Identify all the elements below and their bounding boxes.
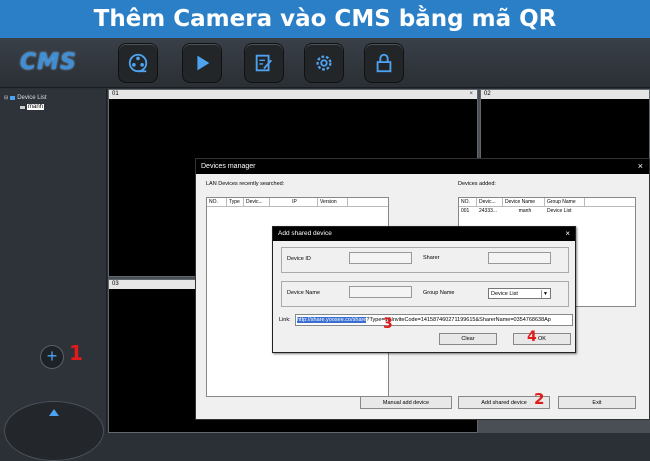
link-selected-text: http://share.yoosee.co/share: [297, 317, 367, 323]
gear-icon: [316, 55, 332, 71]
device-name-group: Device Name Group Name Device List ▼: [281, 281, 569, 307]
close-icon[interactable]: ×: [565, 227, 570, 241]
toolbar: CMS: [0, 38, 650, 88]
lock-icon: [376, 53, 392, 73]
lock-button[interactable]: [364, 43, 404, 83]
device-id-field[interactable]: [349, 252, 412, 264]
lan-devices-label: LAN Devices recently searched:: [206, 181, 285, 187]
column-header: Version: [318, 198, 348, 206]
step-marker-2: 2: [534, 390, 545, 408]
column-header: Type: [227, 198, 244, 206]
folder-icon: [10, 96, 16, 100]
edit-note-icon: [255, 54, 273, 72]
step-marker-1: 1: [69, 341, 83, 365]
camera-icon: [20, 105, 25, 109]
chevron-down-icon[interactable]: ▼: [541, 290, 549, 298]
cell-label: 02: [484, 91, 491, 97]
ok-button[interactable]: OK: [513, 333, 571, 345]
close-icon[interactable]: ×: [638, 159, 643, 174]
column-header: NO.: [459, 198, 477, 206]
table-header: NO. Devic... Device Name Group Name: [459, 198, 635, 207]
tree-item-manh[interactable]: manh: [20, 104, 45, 110]
close-icon[interactable]: ×: [469, 90, 473, 99]
cell-name: manh: [518, 208, 532, 214]
device-tree-panel: ⊟ Device List manh +: [0, 89, 107, 461]
dialog-titlebar: Devices manager ×: [196, 159, 649, 174]
cell-no: 001: [461, 208, 470, 214]
cell-label: 03: [112, 281, 119, 287]
column-header: Devic...: [244, 198, 270, 206]
group-name-value: Device List: [491, 291, 518, 297]
device-id-group: Device ID Sharer: [281, 247, 569, 273]
play-icon: [197, 55, 210, 71]
group-name-label: Group Name: [423, 290, 455, 296]
column-header: Devic...: [477, 198, 503, 206]
column-header: NO.: [207, 198, 227, 206]
settings-button[interactable]: [304, 43, 344, 83]
sharer-label: Sharer: [423, 255, 440, 261]
monitor-button[interactable]: [118, 43, 158, 83]
device-id-label: Device ID: [287, 256, 311, 262]
column-header: Group Name: [545, 198, 585, 206]
link-input[interactable]: http://share.yoosee.co/share?Type=1&Invi…: [295, 314, 573, 326]
dialog-titlebar: Add shared device ×: [273, 227, 575, 241]
link-rest-text: ?Type=1&InviteCode=141587460271199615&Sh…: [366, 317, 551, 323]
sharer-field[interactable]: [488, 252, 551, 264]
tree-root-device-list[interactable]: ⊟ Device List: [4, 95, 47, 101]
add-device-button[interactable]: +: [40, 345, 64, 369]
log-button[interactable]: [244, 43, 284, 83]
step-marker-4: 4: [527, 329, 537, 345]
cell-label: 01: [112, 91, 119, 97]
cms-logo: CMS: [20, 50, 77, 75]
group-name-select[interactable]: Device List ▼: [488, 288, 551, 299]
table-row[interactable]: 001 24333... manh Device List: [459, 207, 635, 216]
cell-header: 02: [481, 90, 649, 99]
table-header: NO. Type Devic... IP Version: [207, 198, 388, 207]
manual-add-device-button[interactable]: Manual add device: [360, 396, 452, 409]
device-name-label: Device Name: [287, 290, 321, 296]
film-reel-icon: [128, 53, 148, 73]
column-header: IP: [270, 198, 318, 206]
cell-header: 01 ×: [109, 90, 477, 99]
cell-device: 24333...: [479, 208, 498, 214]
link-label: Link:: [279, 317, 291, 323]
playback-button[interactable]: [182, 43, 222, 83]
dialog-title: Add shared device: [278, 230, 332, 237]
device-name-field[interactable]: [349, 286, 412, 298]
cell-group: Device List: [547, 208, 572, 214]
clear-button[interactable]: Clear: [439, 333, 497, 345]
exit-button[interactable]: Exit: [558, 396, 636, 409]
banner-title: Thêm Camera vào CMS bằng mã QR: [0, 0, 650, 38]
tree-root-label: Device List: [17, 95, 47, 101]
ptz-up-arrow-icon[interactable]: [49, 409, 59, 416]
tree-item-label: manh: [27, 104, 45, 110]
step-marker-3: 3: [383, 316, 393, 332]
devices-added-label: Devices added:: [458, 181, 496, 187]
dialog-title: Devices manager: [201, 163, 256, 170]
expand-icon[interactable]: ⊟: [4, 95, 8, 101]
column-header: Device Name: [503, 198, 545, 206]
